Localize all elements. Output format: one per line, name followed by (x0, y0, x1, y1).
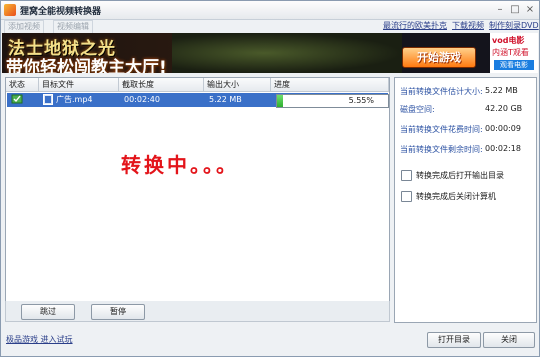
download-video-link[interactable]: 下载视频 (452, 20, 484, 32)
open-output-dir-checkbox[interactable] (401, 170, 412, 181)
conversion-list[interactable]: 状态 目标文件 截取长度 输出大小 进度 广告.mp4 00:02:40 5.2… (5, 77, 390, 303)
progress-bar: 5.55% (276, 94, 389, 108)
app-logo-icon (4, 4, 16, 16)
open-output-dir-label: 转换完成后打开输出目录 (416, 171, 504, 180)
minimize-button[interactable]: – (493, 3, 507, 16)
stats-panel: 当前转换文件估计大小: 5.22 MB 磁盘空间: 42.20 GB 当前转换文… (394, 77, 537, 323)
game-link[interactable]: 极品游戏 进入试玩 (6, 334, 73, 345)
pause-button[interactable]: 暂停 (91, 304, 145, 320)
ad-play-button[interactable]: 开始游戏 (402, 47, 476, 68)
window-title: 狸窝全能视频转换器 (20, 7, 102, 17)
add-video-button[interactable]: 添加视频 (4, 20, 44, 34)
control-bar: 跳过 暂停 (5, 301, 390, 322)
ad-subheadline: 带你轻松闯教主大厅! (6, 58, 167, 73)
status-icon (11, 93, 23, 107)
close-button[interactable]: 关闭 (483, 332, 535, 348)
progress-fill (277, 95, 284, 107)
target-file-name: 广告.mp4 (56, 95, 93, 104)
elapsed-time-value: 00:00:09 (485, 124, 521, 133)
remaining-time-label: 当前转换文件剩余时间: (400, 145, 483, 154)
shutdown-checkbox[interactable] (401, 191, 412, 202)
converting-status-text: 转换中。。。 (121, 153, 239, 177)
ad-side-panel[interactable]: vod电影 内涵T观看 观看电影 (490, 33, 538, 73)
duration-value: 00:02:40 (124, 95, 160, 104)
estimated-size-label: 当前转换文件估计大小: (400, 87, 483, 96)
ad-brand: vod电影 (492, 36, 525, 45)
ad-art-middle (172, 33, 402, 73)
estimated-size-value: 5.22 MB (485, 86, 518, 95)
maximize-button[interactable]: □ (508, 3, 522, 16)
toolbar: 添加视频 视频编辑 最流行的欧美扑克 下载视频 制作刻录DVD (1, 19, 539, 34)
skip-button[interactable]: 跳过 (21, 304, 75, 320)
disk-space-label: 磁盘空间: (400, 105, 435, 114)
shutdown-label: 转换完成后关闭计算机 (416, 192, 496, 201)
converter-window: 狸窝全能视频转换器 – □ × 添加视频 视频编辑 最流行的欧美扑克 下载视频 … (0, 0, 540, 357)
remaining-time-value: 00:02:18 (485, 144, 521, 153)
progress-text: 5.55% (348, 96, 374, 105)
disk-space-value: 42.20 GB (485, 104, 523, 113)
burn-dvd-link[interactable]: 制作刻录DVD (489, 20, 539, 32)
ad-brand-sub: 内涵T观看 (492, 48, 529, 57)
poker-link[interactable]: 最流行的欧美扑克 (383, 20, 447, 32)
edit-video-button[interactable]: 视频编辑 (53, 20, 93, 34)
table-row[interactable]: 广告.mp4 00:02:40 5.22 MB 5.55% (7, 93, 389, 108)
column-duration[interactable]: 截取长度 (119, 78, 204, 92)
column-output-size[interactable]: 输出大小 (204, 78, 271, 92)
column-progress[interactable]: 进度 (271, 78, 389, 92)
open-dir-button[interactable]: 打开目录 (427, 332, 481, 348)
ad-banner[interactable]: 法士地狱之光 带你轻松闯教主大厅! 开始游戏 vod电影 内涵T观看 观看电影 (2, 33, 538, 73)
elapsed-time-label: 当前转换文件花费时间: (400, 125, 483, 134)
column-target-file[interactable]: 目标文件 (39, 78, 119, 92)
ad-watch-button[interactable]: 观看电影 (494, 60, 534, 70)
column-status[interactable]: 状态 (6, 78, 39, 92)
close-window-button[interactable]: × (523, 3, 537, 16)
output-size-value: 5.22 MB (209, 95, 242, 104)
title-bar: 狸窝全能视频转换器 – □ × (1, 1, 539, 20)
film-icon (43, 93, 53, 107)
